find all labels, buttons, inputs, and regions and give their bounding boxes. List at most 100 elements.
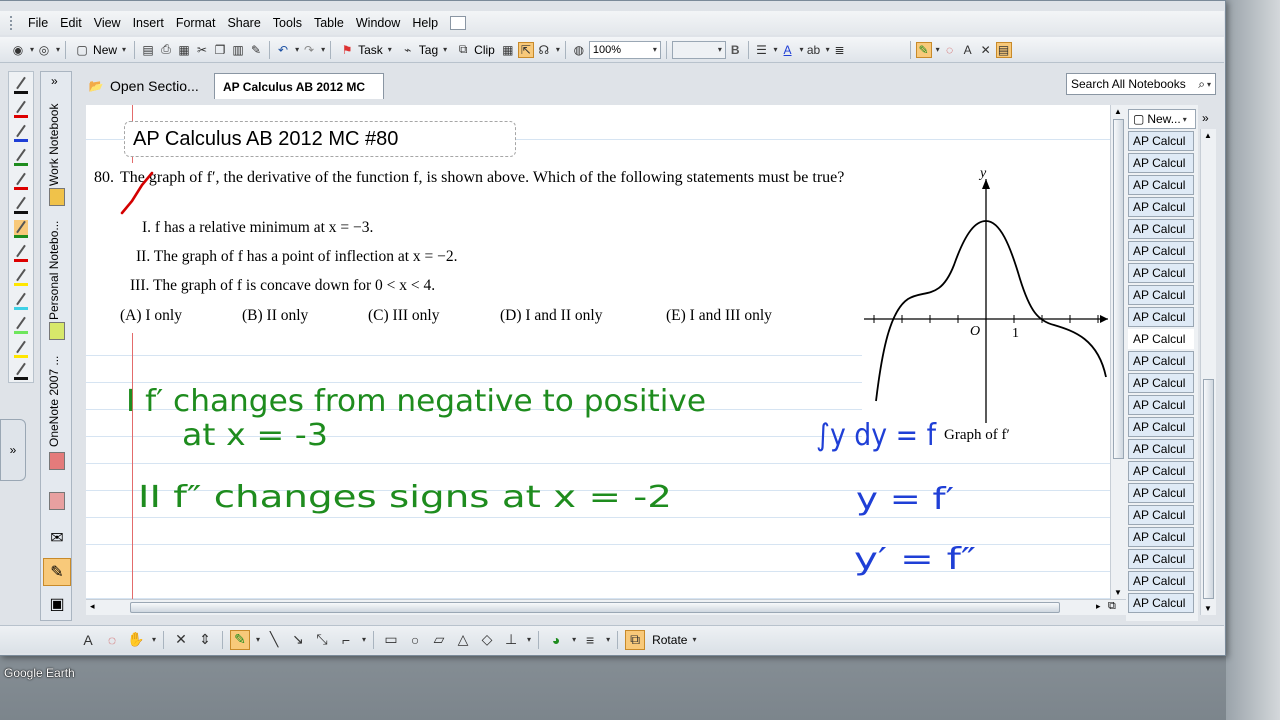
circle-icon[interactable]: ○: [405, 630, 425, 650]
arrange-icon[interactable]: ⧉: [625, 629, 646, 650]
bullets-icon[interactable]: ☰: [754, 42, 770, 58]
menu-edit[interactable]: Edit: [54, 14, 88, 32]
back-dropdown-icon[interactable]: ▾: [30, 45, 34, 54]
page-horizontal-scrollbar[interactable]: ◂ ▸ ⧉: [86, 599, 1126, 615]
new-button[interactable]: ▢ New ▾: [71, 40, 129, 60]
tab-open-sections[interactable]: 📂 Open Sectio...: [80, 73, 210, 99]
print-preview-icon[interactable]: ▦: [176, 42, 192, 58]
notebook-work-icon[interactable]: [49, 188, 65, 206]
highlighter-green-icon[interactable]: [14, 316, 28, 334]
scroll-down-icon[interactable]: ▼: [1114, 588, 1122, 597]
search-input[interactable]: Search All Notebooks ⌕ ▾: [1066, 73, 1216, 95]
axes-icon[interactable]: ⊥: [501, 630, 521, 650]
eraser-icon[interactable]: ✕: [171, 630, 191, 650]
highlight-icon[interactable]: ab: [806, 42, 822, 58]
line-icon[interactable]: ╲: [264, 630, 284, 650]
pen-black2-icon[interactable]: [14, 196, 28, 214]
pen-blue-icon[interactable]: [14, 124, 28, 142]
panning-hand-icon[interactable]: ▤: [995, 41, 1012, 58]
highlight-dropdown-icon[interactable]: ▾: [826, 45, 830, 54]
redo-icon[interactable]: ↷: [301, 42, 317, 58]
menu-help[interactable]: Help: [406, 14, 444, 32]
copy-icon[interactable]: ❐: [212, 42, 228, 58]
chevron-down-icon[interactable]: ▾: [606, 635, 610, 644]
panning-hand-icon[interactable]: ✋: [126, 630, 146, 650]
diamond-icon[interactable]: ◇: [477, 630, 497, 650]
collapse-navigation-icon[interactable]: »: [51, 74, 58, 88]
search-pen-icon[interactable]: ✎: [43, 558, 71, 586]
note-page[interactable]: AP Calculus AB 2012 MC #80 80. The graph …: [86, 105, 1110, 599]
highlighter-yellow-icon[interactable]: [14, 268, 28, 286]
pagelist-scrollbar[interactable]: ▲ ▼: [1200, 129, 1216, 615]
scroll-up-icon[interactable]: ▲: [1114, 107, 1122, 116]
horizontal-scroll-thumb[interactable]: [130, 602, 1060, 613]
page-tab-item[interactable]: AP Calcul: [1128, 571, 1194, 591]
zoom-select[interactable]: 100% ▾: [588, 40, 661, 59]
chevron-down-icon[interactable]: ▾: [362, 635, 366, 644]
menu-window[interactable]: Window: [350, 14, 406, 32]
pagelist-scroll-thumb[interactable]: [1203, 379, 1214, 599]
redo-dropdown-icon[interactable]: ▾: [321, 45, 325, 54]
chevron-down-icon[interactable]: ▾: [527, 635, 531, 644]
scroll-right-icon[interactable]: ▸: [1096, 601, 1101, 612]
page-tab-item[interactable]: AP Calcul: [1128, 175, 1194, 195]
print-icon[interactable]: ⎙: [158, 42, 174, 58]
pen-blue2-icon[interactable]: [14, 220, 28, 238]
parallelogram-icon[interactable]: ▱: [429, 630, 449, 650]
font-color-dropdown-icon[interactable]: ▾: [800, 45, 804, 54]
research-icon[interactable]: ◍: [571, 42, 587, 58]
expand-pagelist-icon[interactable]: »: [1202, 111, 1209, 125]
chevron-down-icon[interactable]: ▾: [152, 635, 156, 644]
lasso-select-icon[interactable]: ◌: [102, 630, 122, 650]
pen-red3-icon[interactable]: [14, 244, 28, 262]
color-icon[interactable]: ◕: [546, 630, 566, 650]
chevron-down-icon[interactable]: ▾: [256, 635, 260, 644]
cut-icon[interactable]: ✂: [194, 42, 210, 58]
page-tab-item[interactable]: AP Calcul: [1128, 263, 1194, 283]
bold-button[interactable]: B: [728, 40, 743, 60]
tab-ap-calculus[interactable]: AP Calculus AB 2012 MC: [214, 73, 384, 99]
pen-red2-icon[interactable]: [14, 172, 28, 190]
menu-share[interactable]: Share: [221, 14, 266, 32]
notebook-extra-icon[interactable]: [49, 492, 65, 510]
pen-black-icon[interactable]: [14, 76, 28, 94]
eraser-icon[interactable]: ✕: [978, 42, 994, 58]
pagelist-scroll-down-icon[interactable]: ▼: [1204, 604, 1212, 613]
double-arrow-icon[interactable]: ⤡: [312, 630, 332, 650]
page-tab-item[interactable]: AP Calcul: [1128, 593, 1194, 613]
page-tab-item[interactable]: AP Calcul: [1128, 417, 1194, 437]
menu-insert[interactable]: Insert: [127, 14, 170, 32]
task-button[interactable]: ⚑ Task ▾: [336, 40, 395, 60]
page-tab-item[interactable]: AP Calcul: [1128, 285, 1194, 305]
unfiled-notes-icon[interactable]: ✉: [43, 524, 71, 552]
search-icon[interactable]: ⌕: [1198, 77, 1205, 92]
notebook-personal[interactable]: Personal Notebo...: [47, 220, 61, 320]
notebook-work[interactable]: Work Notebook: [47, 96, 61, 186]
paste-icon[interactable]: ▥: [230, 42, 246, 58]
page-tab-item[interactable]: AP Calcul: [1128, 197, 1194, 217]
pagelist-scroll-up-icon[interactable]: ▲: [1204, 131, 1212, 140]
audio-record-icon[interactable]: ☊: [536, 42, 552, 58]
font-color-icon[interactable]: A: [780, 42, 796, 58]
notebook-onenote2007-icon[interactable]: [49, 452, 65, 470]
thickness-icon[interactable]: ≡: [580, 630, 600, 650]
menu-format[interactable]: Format: [170, 14, 222, 32]
font-size-select[interactable]: ▾: [671, 40, 726, 59]
page-title[interactable]: AP Calculus AB 2012 MC #80: [124, 121, 516, 157]
pen-black3-icon[interactable]: [14, 362, 28, 380]
add-page-icon[interactable]: ⧉: [1108, 600, 1116, 613]
bullets-dropdown-icon[interactable]: ▾: [774, 45, 778, 54]
chevron-down-icon[interactable]: ▾: [572, 635, 576, 644]
rotate-button[interactable]: Rotate ▾: [649, 630, 699, 650]
page-tab-item[interactable]: AP Calcul: [1128, 549, 1194, 569]
page-tab-item[interactable]: AP Calcul: [1128, 153, 1194, 173]
lasso-select-icon[interactable]: ◌: [942, 42, 958, 58]
page-tab-item[interactable]: AP Calcul: [1128, 439, 1194, 459]
pen-icon[interactable]: ✎: [915, 41, 932, 58]
highlighter-cyan-icon[interactable]: [14, 292, 28, 310]
page-tab-item[interactable]: AP Calcul: [1128, 483, 1194, 503]
menu-file[interactable]: File: [22, 14, 54, 32]
pen-dropdown-icon[interactable]: ▾: [936, 45, 940, 54]
menu-view[interactable]: View: [88, 14, 127, 32]
pen-icon[interactable]: ✎: [230, 629, 251, 650]
